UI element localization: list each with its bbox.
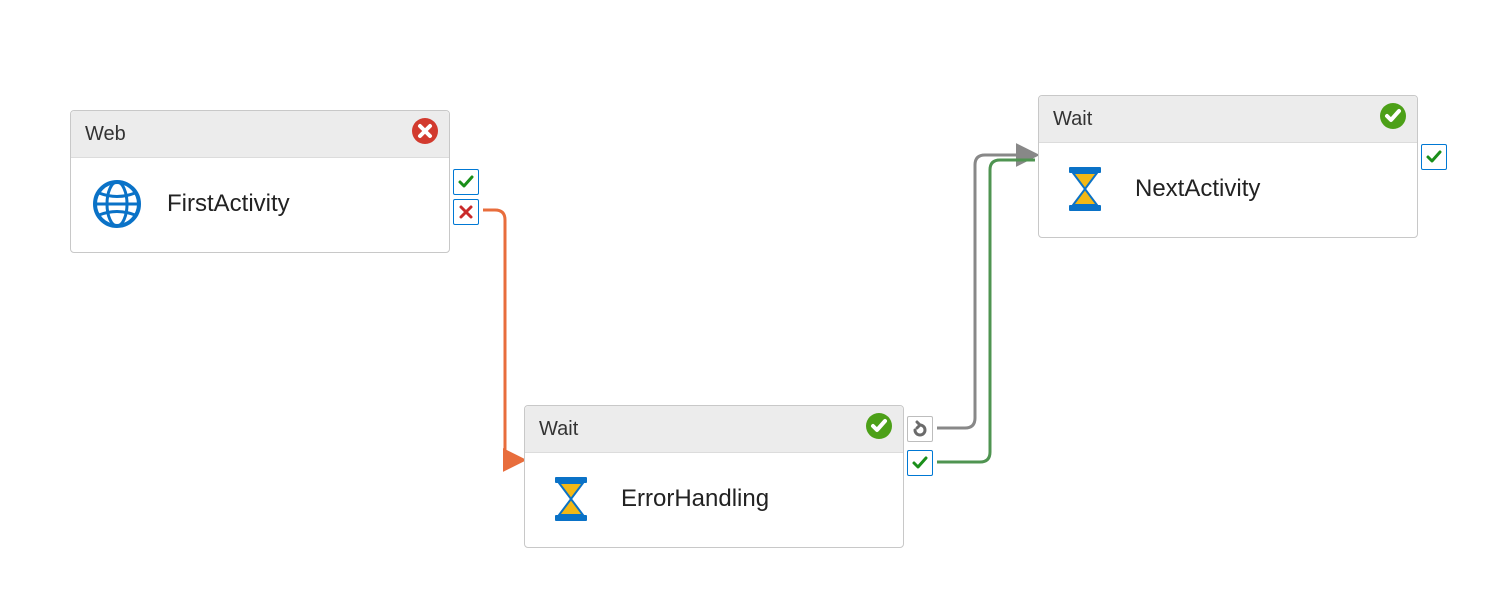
node-body: NextActivity xyxy=(1039,143,1417,237)
node-header: Web xyxy=(71,111,449,158)
node-type-label: Wait xyxy=(539,418,578,441)
output-port-completion[interactable] xyxy=(907,416,933,442)
connector-failure[interactable] xyxy=(483,210,522,460)
output-port-success[interactable] xyxy=(907,450,933,476)
node-header: Wait xyxy=(525,406,903,453)
output-port-failure[interactable] xyxy=(453,199,479,225)
activity-node-next[interactable]: Wait NextActivity xyxy=(1038,95,1418,238)
node-title: ErrorHandling xyxy=(621,485,769,513)
node-type-label: Wait xyxy=(1053,108,1092,131)
node-title: NextActivity xyxy=(1135,175,1260,203)
status-badge-error xyxy=(411,117,439,151)
web-globe-icon xyxy=(91,178,143,230)
node-type-label: Web xyxy=(85,123,126,146)
node-title: FirstActivity xyxy=(167,190,290,218)
hourglass-icon xyxy=(1059,163,1111,215)
status-badge-success xyxy=(865,412,893,446)
node-header: Wait xyxy=(1039,96,1417,143)
activity-node-error-handling[interactable]: Wait ErrorHandling xyxy=(524,405,904,548)
hourglass-icon xyxy=(545,473,597,525)
connector-completion[interactable] xyxy=(937,155,1035,428)
status-badge-success xyxy=(1379,102,1407,136)
activity-node-first[interactable]: Web FirstActivity xyxy=(70,110,450,253)
node-body: ErrorHandling xyxy=(525,453,903,547)
output-port-success[interactable] xyxy=(1421,144,1447,170)
connector-success[interactable] xyxy=(937,160,1035,462)
pipeline-canvas[interactable]: Web FirstActivity xyxy=(0,0,1491,602)
output-port-success[interactable] xyxy=(453,169,479,195)
node-body: FirstActivity xyxy=(71,158,449,252)
